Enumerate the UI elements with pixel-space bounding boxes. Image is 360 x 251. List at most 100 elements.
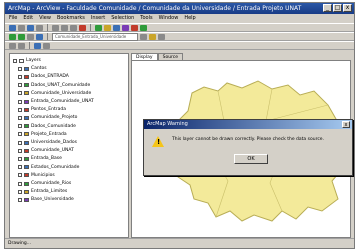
menu-file[interactable]: File — [9, 14, 17, 23]
text-icon[interactable] — [43, 42, 50, 49]
add-data-icon[interactable] — [95, 24, 102, 31]
ok-button[interactable]: OK — [234, 154, 268, 164]
layer-visibility-checkbox[interactable] — [18, 181, 22, 186]
toc-layer-item[interactable]: Entrada_Base — [18, 156, 62, 161]
catalog-icon[interactable] — [131, 24, 138, 31]
layer-visibility-checkbox[interactable] — [18, 148, 22, 153]
identify-icon[interactable] — [140, 33, 147, 40]
layer-visibility-checkbox[interactable] — [18, 197, 22, 202]
menu-bookmarks[interactable]: Bookmarks — [57, 14, 85, 23]
toc-layer-label: Cantos — [31, 66, 47, 72]
menu-bar: File Edit View Bookmarks Insert Selectio… — [5, 14, 354, 23]
layer-visibility-checkbox[interactable] — [18, 83, 22, 88]
toc-layer-item[interactable]: Comunidade_Rios — [18, 181, 71, 186]
layer-visibility-checkbox[interactable] — [18, 132, 22, 137]
toc-layer-item[interactable]: Estados_Comunidade — [18, 165, 79, 170]
layer-visibility-checkbox[interactable] — [18, 165, 22, 170]
layer-visibility-checkbox[interactable] — [18, 156, 22, 161]
dialog-close-button[interactable]: x — [342, 121, 350, 128]
toc-layer-item[interactable]: Dados_UNAT_Comunidade — [18, 83, 90, 88]
tab-source[interactable]: Source — [157, 53, 184, 60]
toc-layer-item[interactable]: Cantos — [18, 66, 47, 71]
zoom-out-icon[interactable] — [18, 33, 25, 40]
tab-display[interactable]: Display — [131, 53, 158, 60]
toc-layer-item[interactable]: Base_Universidade — [18, 197, 74, 202]
menu-selection[interactable]: Selection — [111, 14, 134, 23]
toc-layer-label: Estados_Comunidade — [31, 164, 80, 170]
full-extent-icon[interactable] — [36, 33, 43, 40]
toc-layer-item[interactable]: Dados_Comunidade — [18, 124, 76, 129]
toc-layer-item[interactable]: Dados_ENTRADA — [18, 74, 69, 79]
open-icon[interactable] — [18, 24, 25, 31]
menu-help[interactable]: Help — [184, 14, 195, 23]
toc-layer-label: Universidade_Dados — [31, 140, 77, 145]
toc-layer-label: Dados_ENTRADA — [31, 74, 69, 80]
dialog-message: This layer cannot be drawn correctly. Pl… — [172, 137, 324, 142]
menu-window[interactable]: Window — [159, 14, 179, 23]
toolbar-separator — [47, 33, 48, 40]
toc-layer-item[interactable]: Entrada_Limites — [18, 189, 67, 194]
layer-visibility-checkbox[interactable] — [18, 115, 22, 120]
editor-icon[interactable] — [113, 24, 120, 31]
toc-layer-item[interactable]: Entrada_Comunidade_UNAT — [18, 99, 94, 104]
help-icon[interactable] — [140, 24, 147, 31]
layer-visibility-checkbox[interactable] — [18, 91, 22, 96]
menu-tools[interactable]: Tools — [140, 14, 152, 23]
maximize-button[interactable]: □ — [333, 4, 342, 12]
layer-visibility-checkbox[interactable] — [18, 99, 22, 104]
cut-icon[interactable] — [52, 24, 59, 31]
toc-layer-label: Comunidade_Rios — [31, 181, 72, 186]
layer-symbol-icon — [24, 66, 29, 71]
tools-toolbar: Comunidade_Entrada_Universidade — [5, 32, 354, 41]
standard-toolbar — [5, 23, 354, 32]
layer-combo[interactable]: Comunidade_Entrada_Universidade — [52, 32, 138, 41]
layer-visibility-checkbox[interactable] — [18, 189, 22, 194]
find-icon[interactable] — [149, 33, 156, 40]
title-bar: ArcMap - ArcView - Faculdade Comunidade … — [5, 3, 354, 14]
new-document-icon[interactable] — [9, 24, 16, 31]
save-icon[interactable] — [27, 24, 34, 31]
delete-icon[interactable] — [79, 24, 86, 31]
toc-layer-item[interactable]: Pontos_Entrada — [18, 107, 66, 112]
scale-icon[interactable] — [104, 24, 111, 31]
layer-symbol-icon — [24, 107, 29, 112]
layer-visibility-checkbox[interactable] — [18, 74, 22, 79]
pan-icon[interactable] — [27, 33, 34, 40]
print-icon[interactable] — [36, 24, 43, 31]
toc-layer-label: Dados_UNAT_Comunidade — [31, 82, 91, 88]
toc-layer-label: Projeto_Entrada — [31, 131, 67, 137]
layer-symbol-icon — [24, 156, 29, 161]
toc-layer-item[interactable]: Comunidade_UNAT — [18, 148, 74, 153]
toc-layer-item[interactable]: Universidade_Dados — [18, 140, 77, 145]
paste-icon[interactable] — [70, 24, 77, 31]
layer-visibility-checkbox[interactable] — [18, 66, 22, 71]
layer-symbol-icon — [24, 132, 29, 137]
menu-edit[interactable]: Edit — [23, 14, 33, 23]
draw-toolbar — [5, 41, 354, 50]
toc-layer-item[interactable]: Municipios — [18, 173, 55, 178]
rotate-icon[interactable] — [18, 42, 25, 49]
minimize-button[interactable]: _ — [323, 4, 332, 12]
layer-visibility-checkbox[interactable] — [18, 140, 22, 145]
toc-layer-label: Comunidade_UNAT — [31, 148, 74, 154]
toc-layer-item[interactable]: Comunidade_Universidade — [18, 91, 91, 96]
layer-visibility-checkbox[interactable] — [18, 107, 22, 112]
copy-icon[interactable] — [61, 24, 68, 31]
rectangle-icon[interactable] — [34, 42, 41, 49]
layer-symbol-icon — [24, 115, 29, 120]
layer-visibility-checkbox[interactable] — [13, 58, 17, 63]
toc-layer-label: Base_Universidade — [31, 197, 74, 203]
toc-layer-item[interactable]: Comunidade_Projeto — [18, 115, 77, 120]
menu-insert[interactable]: Insert — [91, 14, 105, 23]
toc-layer-item[interactable]: Projeto_Entrada — [18, 132, 67, 137]
arctoolbox-icon[interactable] — [122, 24, 129, 31]
zoom-in-icon[interactable] — [9, 33, 16, 40]
layer-symbol-icon — [24, 165, 29, 170]
menu-view[interactable]: View — [39, 14, 51, 23]
layer-visibility-checkbox[interactable] — [18, 124, 22, 129]
toc-layer-item[interactable]: Layers — [13, 58, 41, 63]
layer-visibility-checkbox[interactable] — [18, 173, 22, 178]
measure-icon[interactable] — [158, 33, 165, 40]
select-elements-icon[interactable] — [9, 42, 16, 49]
close-window-button[interactable]: x — [343, 4, 352, 12]
